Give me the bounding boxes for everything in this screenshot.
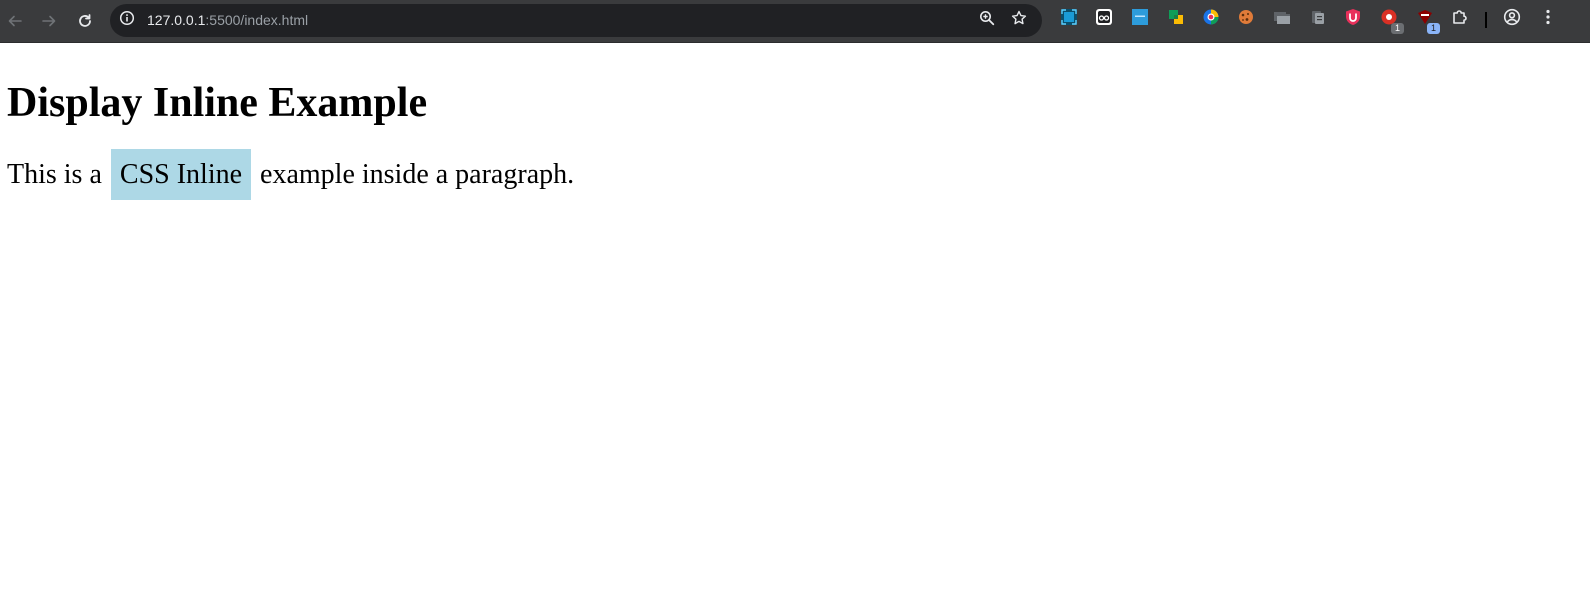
edge-extension-icon (1202, 8, 1220, 31)
url-host: 127.0.0.1 (147, 12, 206, 28)
paragraph-text-before: This is a (7, 159, 102, 190)
bookmark-button[interactable] (1009, 10, 1029, 30)
reader-extension-icon (1095, 8, 1113, 31)
account-circle-icon (1503, 8, 1521, 31)
browser-toolbar: 127.0.0.1:5500/index.html 1 1 (0, 0, 1590, 43)
star-icon (1011, 10, 1027, 31)
extension-button-2[interactable] (1095, 8, 1113, 31)
extension-button-7[interactable] (1273, 10, 1291, 28)
cookie-extension-icon (1237, 8, 1255, 31)
address-bar[interactable]: 127.0.0.1:5500/index.html (110, 4, 1042, 37)
extension-button-5[interactable] (1202, 8, 1220, 31)
profile-button[interactable] (1503, 8, 1521, 31)
ublock-extension-icon (1344, 8, 1362, 31)
inline-highlight-box: CSS Inline (110, 149, 252, 200)
arrow-left-icon (7, 13, 23, 29)
site-info-button[interactable] (118, 10, 136, 31)
extension-badge: 1 (1391, 23, 1404, 34)
extension-button-1[interactable] (1060, 8, 1078, 31)
extension-badge: 1 (1427, 23, 1440, 34)
browser-menu-button[interactable] (1539, 8, 1557, 31)
apps-extension-icon (1131, 8, 1149, 31)
page-content: Display Inline Example This is a CSS Inl… (0, 43, 1590, 613)
url-path: :5500/index.html (205, 12, 309, 28)
paragraph-text-after: example inside a paragraph. (260, 159, 575, 190)
zoom-in-icon (979, 10, 995, 31)
info-icon (119, 10, 135, 31)
screen-capture-extension-icon (1060, 8, 1078, 31)
extension-button-10[interactable]: 1 (1380, 9, 1404, 34)
clipboard-extension-icon (1309, 8, 1327, 31)
reload-button[interactable] (72, 8, 98, 34)
tab-groups-extension-icon (1273, 8, 1291, 31)
google-keep-extension-icon (1167, 8, 1185, 31)
toolbar-divider (1485, 12, 1487, 28)
extension-button-4[interactable] (1167, 8, 1185, 31)
back-button[interactable] (2, 8, 28, 34)
extension-button-3[interactable] (1131, 8, 1149, 31)
extensions-menu-button[interactable] (1451, 8, 1469, 31)
extension-button-9[interactable] (1344, 8, 1362, 31)
forward-button[interactable] (36, 8, 62, 34)
reload-icon (77, 13, 93, 29)
url-text[interactable]: 127.0.0.1:5500/index.html (147, 12, 308, 29)
zoom-button[interactable] (977, 10, 997, 30)
page-title: Display Inline Example (7, 80, 428, 126)
extension-button-8[interactable] (1309, 10, 1327, 28)
extension-button-6[interactable] (1237, 8, 1255, 31)
example-paragraph: This is a CSS Inline example inside a pa… (7, 149, 575, 200)
puzzle-piece-icon (1451, 8, 1469, 31)
extension-button-11[interactable]: 1 (1416, 9, 1440, 34)
arrow-right-icon (41, 13, 57, 29)
more-vertical-icon (1539, 8, 1557, 31)
